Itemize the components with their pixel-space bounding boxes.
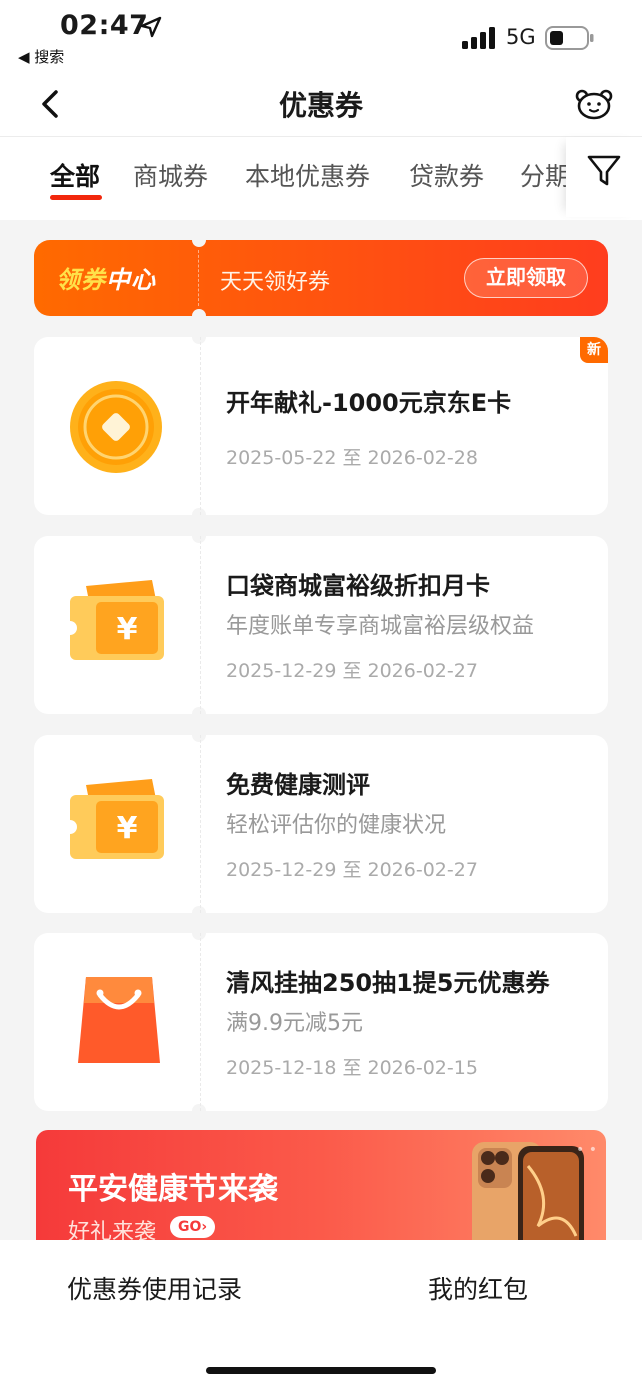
tab-installment[interactable]: 分期 [520,157,566,193]
banner-slogan: 天天领好券 [220,270,331,295]
shopping-bag-icon [78,977,160,1063]
bottom-bar: 优惠券使用记录 我的红包 [0,1240,642,1389]
promo-indicator: • • [576,1142,597,1158]
coupon-title: 清风挂抽250抽1提5元优惠券 [226,969,550,997]
tab-bar: 全部 商城券 本地优惠券 贷款券 分期 [0,137,566,217]
coupon-history-link[interactable]: 优惠券使用记录 [67,1270,242,1306]
back-to-app-link[interactable]: ◀ 搜索 [18,46,64,67]
coupon-title: 口袋商城富裕级折扣月卡 [226,572,490,600]
tab-local-coupons[interactable]: 本地优惠券 [245,157,370,193]
home-indicator [206,1367,436,1374]
coupon-card[interactable]: 清风挂抽250抽1提5元优惠券 满9.9元减5元 2025-12-18 至 20… [34,933,608,1111]
filter-button[interactable] [566,137,642,217]
tab-mall-coupons[interactable]: 商城券 [133,157,208,193]
claim-now-button[interactable]: 立即领取 [464,258,588,298]
coupon-center-banner[interactable]: 领券中心 天天领好券 立即领取 [34,233,608,323]
tab-all[interactable]: 全部 [50,157,100,193]
tab-loan-coupons[interactable]: 贷款券 [409,157,484,193]
coupon-title: 开年献礼-1000元京东E卡 [226,389,512,417]
coupon-description: 满9.9元减5元 [226,1011,363,1036]
filter-icon [587,155,621,186]
coupon-description: 轻松评估你的健康状况 [226,813,447,838]
coupon-validity: 2025-12-29 至 2026-02-27 [226,660,478,682]
coupon-card[interactable]: 开年献礼-1000元京东E卡 2025-05-22 至 2026-02-28 新 [34,337,608,515]
coupon-description: 年度账单专享商城富裕层级权益 [226,614,535,639]
ticket-icon: ¥ [64,580,164,660]
coupon-card[interactable]: ¥ 免费健康测评 轻松评估你的健康状况 2025-12-29 至 2026-02… [34,735,608,913]
svg-text:¥: ¥ [117,811,138,846]
header-area: 02:47 ◀ 搜索 5G 优惠券 全部 商城券 本地优惠券 贷款券 分期 [0,0,642,220]
status-time: 02:47 [60,10,149,41]
ticket-icon: ¥ [64,779,164,859]
coupon-title: 免费健康测评 [226,771,370,799]
coupon-center-logo: 领券中心 [56,266,156,294]
promo-banner[interactable]: 平安健康节来袭 好礼来袭 GO› • • [36,1130,606,1248]
coupon-validity: 2025-12-29 至 2026-02-27 [226,859,478,881]
svg-text:¥: ¥ [117,612,138,647]
coupon-validity: 2025-12-18 至 2026-02-15 [226,1057,478,1079]
battery-icon [545,26,594,50]
coupon-validity: 2025-05-22 至 2026-02-28 [226,447,478,469]
gold-coin-icon [70,381,162,473]
new-badge: 新 [580,337,608,363]
page-title: 优惠券 [278,89,363,122]
active-tab-indicator [50,195,102,200]
promo-title: 平安健康节来袭 [68,1172,278,1207]
location-arrow-icon [140,16,162,38]
customer-service-icon[interactable] [574,86,614,122]
phone-image [472,1142,584,1248]
promo-go-button[interactable]: GO› [170,1216,216,1238]
coupon-card[interactable]: ¥ 口袋商城富裕级折扣月卡 年度账单专享商城富裕层级权益 2025-12-29 … [34,536,608,714]
my-red-packet-link[interactable]: 我的红包 [428,1270,528,1306]
signal-icon [462,27,495,49]
network-label: 5G [506,25,536,49]
